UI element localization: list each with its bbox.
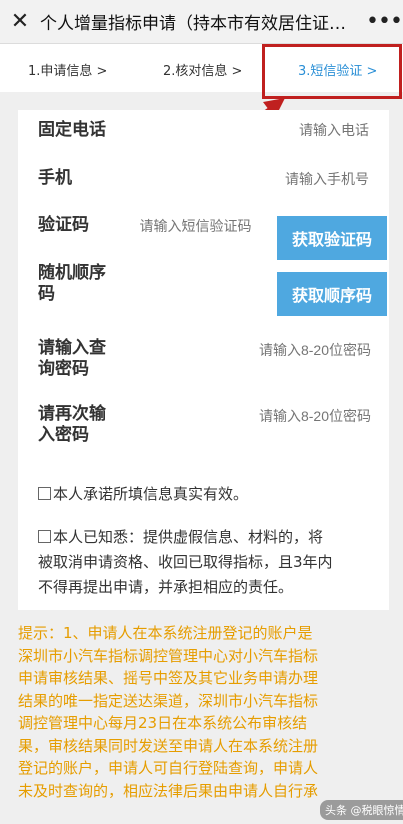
truthful-agreement-text: 本人承诺所填信息真实有效。 bbox=[53, 485, 249, 503]
page-title: 个人增量指标申请（持本市有效居住证的… bbox=[40, 14, 363, 34]
confirm-password-label-line1: 请再次输 bbox=[38, 404, 106, 424]
notice-line: 果，审核结果同时发送至申请人在本系统注册 bbox=[18, 736, 319, 755]
landline-field[interactable] bbox=[189, 122, 369, 138]
notice-line: 提示：1、申请人在本系统注册登记的账户是 bbox=[18, 624, 313, 642]
step-verify-info[interactable]: 2.核对信息 > bbox=[163, 60, 242, 79]
get-sms-code-button[interactable]: 获取验证码 bbox=[277, 216, 387, 260]
notice-line: 深圳市小汽车指标调控管理中心对小汽车指标 bbox=[18, 646, 319, 665]
aware-checkbox[interactable] bbox=[38, 530, 51, 543]
query-password-field[interactable] bbox=[191, 342, 371, 358]
random-code-label-line1: 随机顺序 bbox=[38, 263, 106, 283]
get-random-code-button[interactable]: 获取顺序码 bbox=[277, 272, 387, 316]
step-apply-info[interactable]: 1.申请信息 > bbox=[28, 60, 107, 79]
confirm-password-label: 请再次输 入密码 bbox=[38, 404, 106, 446]
close-icon[interactable]: ✕ bbox=[0, 0, 40, 44]
notice-line: 结果的唯一指定送达渠道，深圳市小汽车指标 bbox=[18, 691, 319, 710]
notice-text: 提示：1、申请人在本系统注册登记的账户是 深圳市小汽车指标调控管理中心对小汽车指… bbox=[18, 622, 388, 802]
sms-code-label: 验证码 bbox=[38, 215, 89, 235]
title-bar: ✕ 个人增量指标申请（持本市有效居住证的… ••• bbox=[0, 0, 403, 44]
sms-code-field[interactable] bbox=[128, 218, 263, 234]
query-password-label-line1: 请输入查 bbox=[38, 338, 106, 358]
notice-line: 申请审核结果、摇号中签及其它业务申请办理 bbox=[18, 669, 319, 687]
mobile-label: 手机 bbox=[38, 168, 72, 188]
aware-line1: 本人已知悉：提供虚假信息、材料的，将 bbox=[53, 528, 324, 546]
notice-line: 未及时查询的，相应法律后果由申请人自行承 bbox=[18, 781, 319, 800]
confirm-password-label-line2: 入密码 bbox=[38, 425, 89, 445]
watermark: 头条 @税眼惊情 bbox=[320, 800, 403, 820]
notice-line: 登记的账户，申请人可自行登陆查询，申请人 bbox=[18, 759, 319, 777]
confirm-password-field[interactable] bbox=[191, 408, 371, 424]
aware-agreement: 本人已知悉：提供虚假信息、材料的，将 被取消申请资格、收回已取得指标，且3年内 … bbox=[38, 525, 383, 600]
aware-line2: 被取消申请资格、收回已取得指标，且3年内 bbox=[38, 553, 333, 571]
truthful-agreement: 本人承诺所填信息真实有效。 bbox=[38, 482, 383, 507]
mobile-field[interactable] bbox=[189, 171, 369, 187]
aware-line3: 不得再提出申请，并承担相应的责任。 bbox=[38, 578, 294, 596]
truthful-checkbox[interactable] bbox=[38, 487, 51, 500]
more-icon[interactable]: ••• bbox=[365, 0, 403, 44]
query-password-label: 请输入查 询密码 bbox=[38, 338, 106, 380]
query-password-label-line2: 询密码 bbox=[38, 359, 89, 379]
random-code-label: 随机顺序 码 bbox=[38, 263, 106, 305]
landline-label: 固定电话 bbox=[38, 120, 106, 140]
notice-line: 调控管理中心每月23日在本系统公布审核结 bbox=[18, 714, 308, 732]
sms-verify-form: 固定电话 手机 验证码 获取验证码 随机顺序 码 获取顺序码 请输入查 询密码 … bbox=[18, 110, 389, 610]
random-code-label-line2: 码 bbox=[38, 284, 55, 304]
